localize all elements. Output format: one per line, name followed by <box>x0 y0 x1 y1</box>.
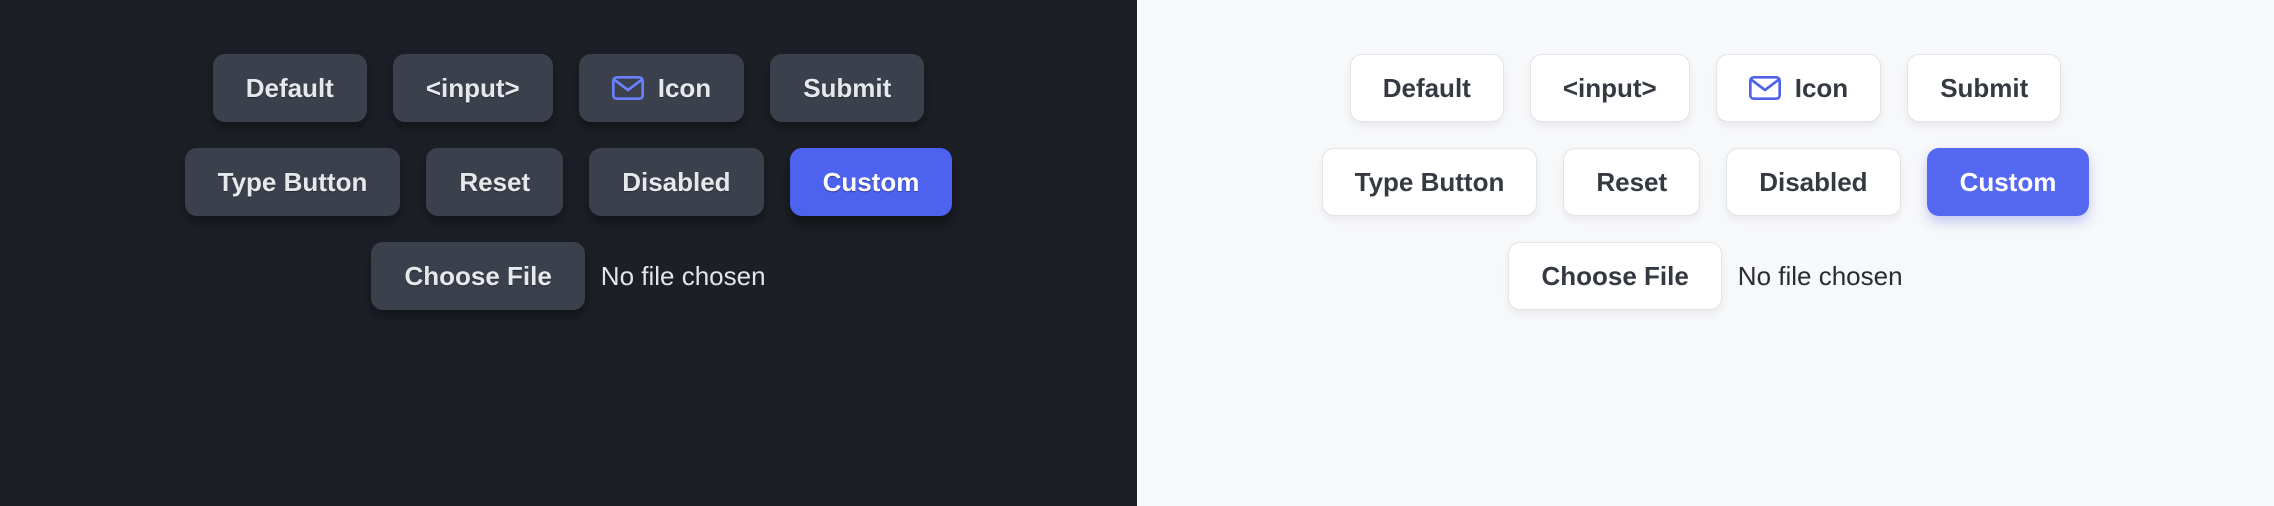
file-status-text: No file chosen <box>1738 261 1903 292</box>
button-label: <input> <box>1563 73 1657 104</box>
button-row-1: Default <input> Icon Submit <box>1350 54 2062 122</box>
button-label: Default <box>1383 73 1471 104</box>
input-button[interactable]: <input> <box>393 54 553 122</box>
button-label: Type Button <box>218 167 368 198</box>
button-label: Disabled <box>622 167 730 198</box>
icon-button[interactable]: Icon <box>579 54 744 122</box>
button-row-2: Type Button Reset Disabled Custom <box>1322 148 2090 216</box>
button-label: Icon <box>658 73 711 104</box>
file-input-row: Choose File No file chosen <box>1508 242 1902 310</box>
disabled-button[interactable]: Disabled <box>1726 148 1900 216</box>
button-label: Reset <box>459 167 530 198</box>
button-label: Icon <box>1795 73 1848 104</box>
choose-file-button[interactable]: Choose File <box>1508 242 1721 310</box>
file-input-row: Choose File No file chosen <box>371 242 765 310</box>
input-button[interactable]: <input> <box>1530 54 1690 122</box>
button-label: Default <box>246 73 334 104</box>
button-label: Disabled <box>1759 167 1867 198</box>
default-button[interactable]: Default <box>1350 54 1504 122</box>
mail-icon <box>1749 75 1781 101</box>
custom-button[interactable]: Custom <box>790 148 953 216</box>
default-button[interactable]: Default <box>213 54 367 122</box>
reset-button[interactable]: Reset <box>1563 148 1700 216</box>
button-label: Custom <box>1960 167 2057 198</box>
button-label: Choose File <box>1541 261 1688 292</box>
button-label: Type Button <box>1355 167 1505 198</box>
dark-panel: Default <input> Icon Submit Type Button … <box>0 0 1137 506</box>
button-label: Submit <box>1940 73 2028 104</box>
choose-file-button[interactable]: Choose File <box>371 242 584 310</box>
button-row-1: Default <input> Icon Submit <box>213 54 925 122</box>
submit-button[interactable]: Submit <box>1907 54 2061 122</box>
button-row-2: Type Button Reset Disabled Custom <box>185 148 953 216</box>
reset-button[interactable]: Reset <box>426 148 563 216</box>
mail-icon <box>612 75 644 101</box>
light-panel: Default <input> Icon Submit Type Button … <box>1137 0 2274 506</box>
button-label: Submit <box>803 73 891 104</box>
file-status-text: No file chosen <box>601 261 766 292</box>
button-label: Reset <box>1596 167 1667 198</box>
type-button[interactable]: Type Button <box>185 148 401 216</box>
button-label: <input> <box>426 73 520 104</box>
icon-button[interactable]: Icon <box>1716 54 1881 122</box>
button-label: Choose File <box>404 261 551 292</box>
custom-button[interactable]: Custom <box>1927 148 2090 216</box>
submit-button[interactable]: Submit <box>770 54 924 122</box>
button-label: Custom <box>823 167 920 198</box>
type-button[interactable]: Type Button <box>1322 148 1538 216</box>
disabled-button[interactable]: Disabled <box>589 148 763 216</box>
